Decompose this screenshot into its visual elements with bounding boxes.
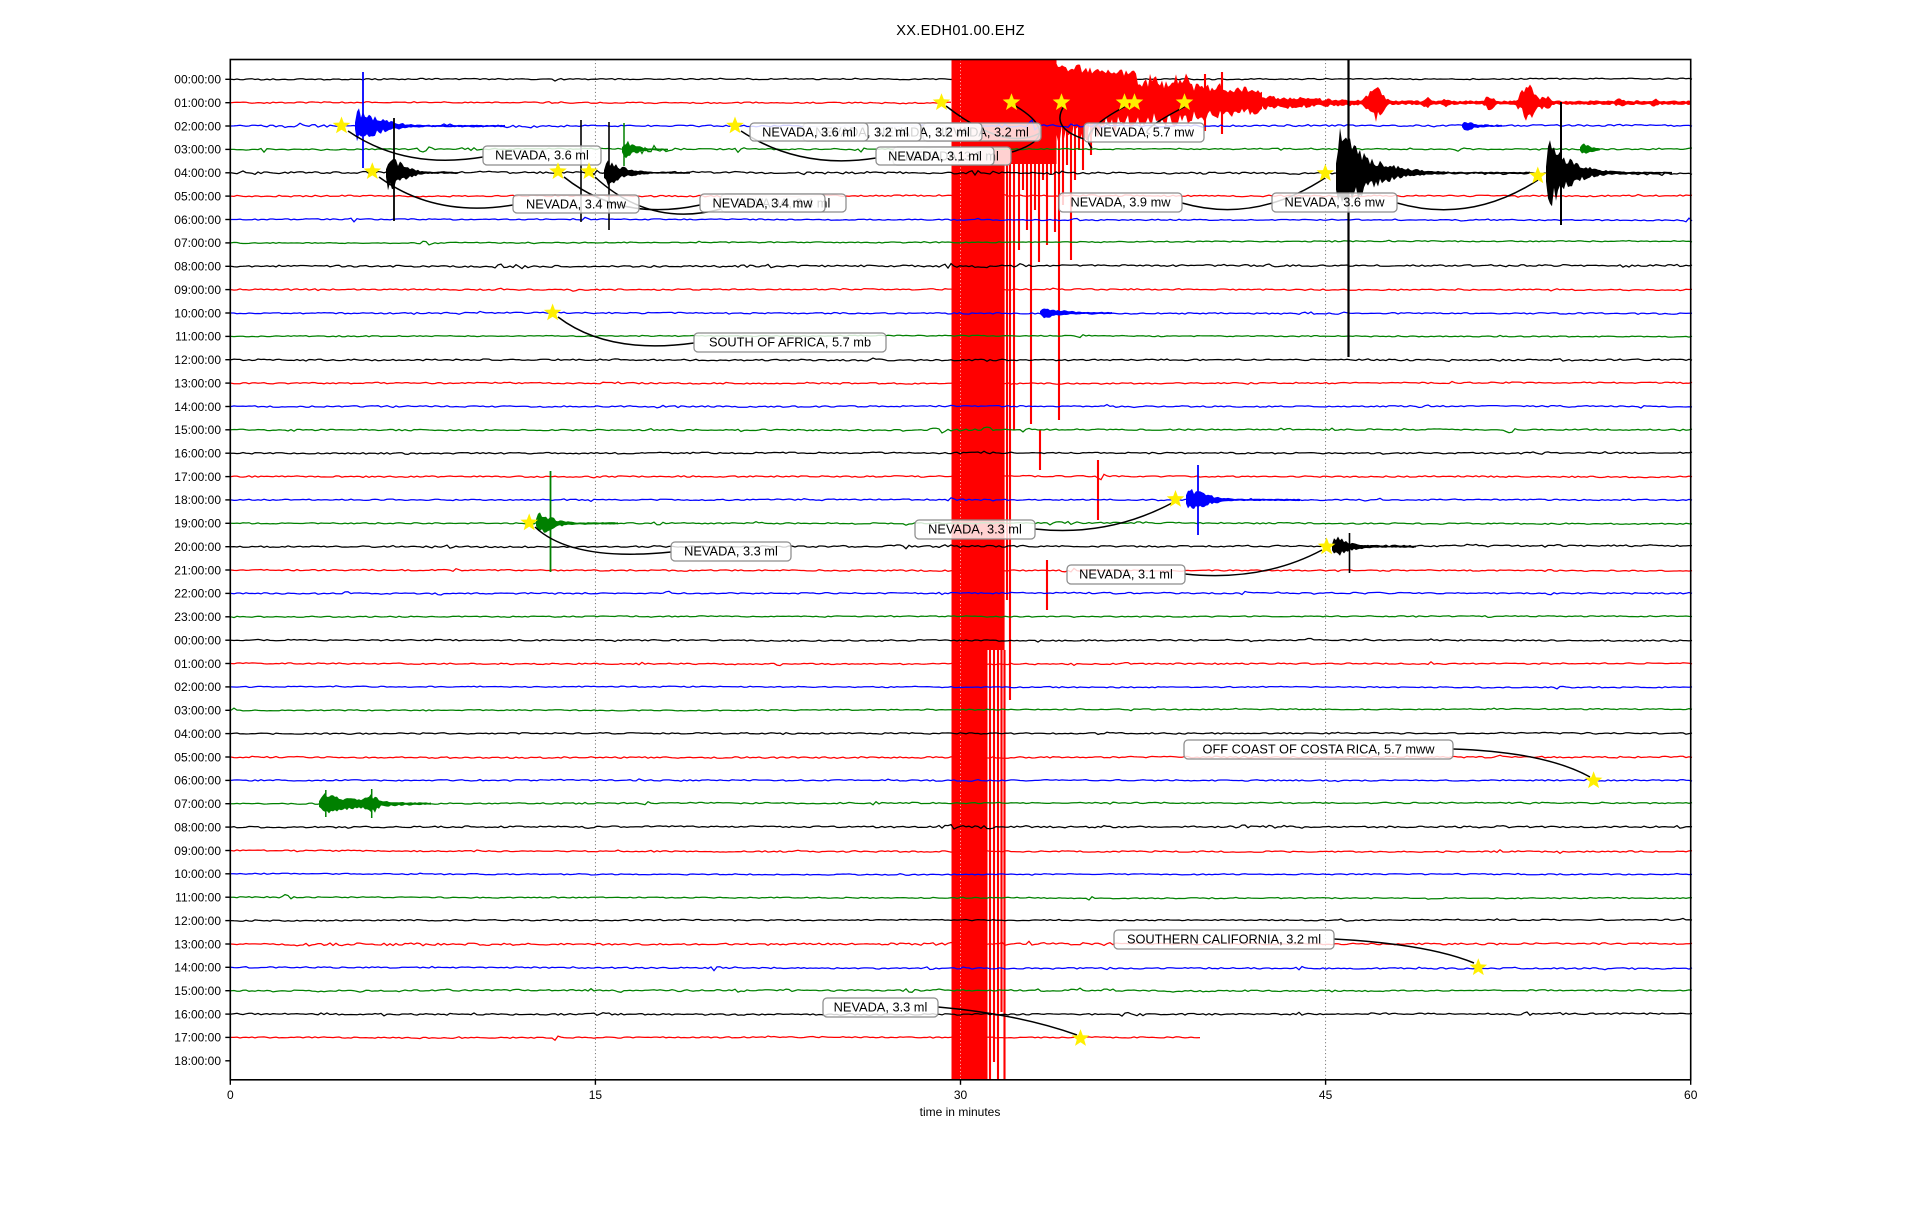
svg-text:22:00:00: 22:00:00 xyxy=(174,587,221,601)
svg-text:0: 0 xyxy=(227,1088,234,1102)
svg-text:03:00:00: 03:00:00 xyxy=(174,143,221,157)
svg-text:NEVADA, 3.6 ml: NEVADA, 3.6 ml xyxy=(495,148,589,163)
svg-text:06:00:00: 06:00:00 xyxy=(174,213,221,227)
svg-text:NEVADA, 3.3 ml: NEVADA, 3.3 ml xyxy=(684,544,778,559)
svg-text:02:00:00: 02:00:00 xyxy=(174,680,221,694)
svg-text:SOUTHERN CALIFORNIA, 3.2 ml: SOUTHERN CALIFORNIA, 3.2 ml xyxy=(1127,932,1321,947)
svg-text:OFF COAST OF COSTA RICA, 5.7 m: OFF COAST OF COSTA RICA, 5.7 mww xyxy=(1202,742,1435,757)
svg-text:12:00:00: 12:00:00 xyxy=(174,353,221,367)
svg-text:10:00:00: 10:00:00 xyxy=(174,867,221,881)
svg-text:12:00:00: 12:00:00 xyxy=(174,914,221,928)
svg-text:17:00:00: 17:00:00 xyxy=(174,1031,221,1045)
svg-text:08:00:00: 08:00:00 xyxy=(174,260,221,274)
svg-text:04:00:00: 04:00:00 xyxy=(174,727,221,741)
svg-text:18:00:00: 18:00:00 xyxy=(174,493,221,507)
svg-text:SOUTH OF AFRICA, 5.7 mb: SOUTH OF AFRICA, 5.7 mb xyxy=(709,335,871,350)
svg-text:14:00:00: 14:00:00 xyxy=(174,400,221,414)
svg-text:NEVADA, 3.1 ml: NEVADA, 3.1 ml xyxy=(1079,567,1173,582)
svg-text:14:00:00: 14:00:00 xyxy=(174,961,221,975)
svg-text:16:00:00: 16:00:00 xyxy=(174,1007,221,1021)
svg-text:NEVADA, 3.4 mw: NEVADA, 3.4 mw xyxy=(712,196,813,211)
svg-text:NEVADA, 3.4 mw: NEVADA, 3.4 mw xyxy=(526,197,627,212)
svg-text:13:00:00: 13:00:00 xyxy=(174,376,221,390)
svg-text:01:00:00: 01:00:00 xyxy=(174,657,221,671)
svg-text:19:00:00: 19:00:00 xyxy=(174,517,221,531)
svg-text:15:00:00: 15:00:00 xyxy=(174,423,221,437)
svg-text:NEVADA, 3.3 ml: NEVADA, 3.3 ml xyxy=(834,1000,928,1015)
svg-text:NEVADA, 3.1 ml: NEVADA, 3.1 ml xyxy=(888,149,982,164)
svg-text:07:00:00: 07:00:00 xyxy=(174,797,221,811)
svg-text:NEVADA, 3.3 ml: NEVADA, 3.3 ml xyxy=(928,522,1022,537)
svg-text:21:00:00: 21:00:00 xyxy=(174,563,221,577)
svg-text:11:00:00: 11:00:00 xyxy=(175,330,221,344)
svg-text:13:00:00: 13:00:00 xyxy=(174,937,221,951)
svg-text:20:00:00: 20:00:00 xyxy=(174,540,221,554)
svg-text:60: 60 xyxy=(1684,1088,1698,1102)
svg-text:NEVADA, 3.6 ml: NEVADA, 3.6 ml xyxy=(762,125,856,140)
svg-text:15: 15 xyxy=(589,1088,603,1102)
svg-text:16:00:00: 16:00:00 xyxy=(174,447,221,461)
svg-text:05:00:00: 05:00:00 xyxy=(174,189,221,203)
svg-text:30: 30 xyxy=(954,1088,968,1102)
svg-text:NEVADA, 3.9 mw: NEVADA, 3.9 mw xyxy=(1070,195,1171,210)
svg-text:NEVADA, 5.7 mw: NEVADA, 5.7 mw xyxy=(1094,125,1195,140)
svg-text:04:00:00: 04:00:00 xyxy=(174,166,221,180)
svg-text:03:00:00: 03:00:00 xyxy=(174,704,221,718)
svg-text:18:00:00: 18:00:00 xyxy=(174,1054,221,1068)
svg-text:15:00:00: 15:00:00 xyxy=(174,984,221,998)
svg-text:time in minutes: time in minutes xyxy=(920,1105,1001,1119)
svg-text:06:00:00: 06:00:00 xyxy=(174,774,221,788)
svg-text:NEVADA, 3.6 mw: NEVADA, 3.6 mw xyxy=(1284,195,1385,210)
svg-text:XX.EDH01.00.EHZ: XX.EDH01.00.EHZ xyxy=(896,23,1025,39)
svg-text:01:00:00: 01:00:00 xyxy=(174,96,221,110)
svg-text:09:00:00: 09:00:00 xyxy=(174,283,221,297)
svg-text:10:00:00: 10:00:00 xyxy=(174,306,221,320)
svg-text:00:00:00: 00:00:00 xyxy=(174,73,221,87)
svg-text:11:00:00: 11:00:00 xyxy=(175,891,221,905)
svg-text:45: 45 xyxy=(1319,1088,1333,1102)
svg-text:09:00:00: 09:00:00 xyxy=(174,844,221,858)
svg-text:07:00:00: 07:00:00 xyxy=(174,236,221,250)
svg-text:05:00:00: 05:00:00 xyxy=(174,750,221,764)
svg-text:00:00:00: 00:00:00 xyxy=(174,634,221,648)
svg-text:23:00:00: 23:00:00 xyxy=(174,610,221,624)
svg-text:08:00:00: 08:00:00 xyxy=(174,820,221,834)
svg-text:17:00:00: 17:00:00 xyxy=(174,470,221,484)
svg-text:02:00:00: 02:00:00 xyxy=(174,119,221,133)
